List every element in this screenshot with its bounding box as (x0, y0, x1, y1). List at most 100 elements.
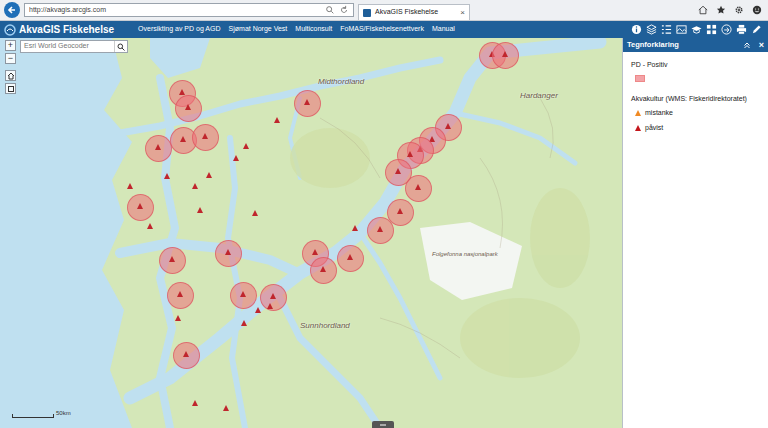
aquaculture-triangle-icon[interactable] (225, 249, 231, 255)
aquaculture-triangle-icon[interactable] (175, 315, 181, 321)
star-icon[interactable] (716, 5, 726, 15)
aquaculture-triangle-icon[interactable] (192, 400, 198, 406)
aquaculture-triangle-icon[interactable] (395, 168, 401, 174)
aquaculture-triangle-icon[interactable] (169, 256, 175, 262)
search-button[interactable] (114, 41, 127, 52)
aquaculture-triangle-icon[interactable] (179, 89, 185, 95)
place-label: Hardanger (520, 90, 558, 102)
menu-link[interactable]: Oversikting av PD og AGD (138, 24, 220, 35)
legend-close-button[interactable]: × (759, 41, 764, 50)
grid-icon[interactable] (706, 24, 717, 35)
back-button[interactable] (4, 2, 20, 18)
aquaculture-triangle-icon[interactable] (192, 183, 198, 189)
aquaculture-triangle-icon[interactable] (377, 226, 383, 232)
menu-link[interactable]: Multiconsult (295, 24, 332, 35)
browser-tab[interactable]: AkvaGIS Fiskehelse× (358, 4, 470, 20)
menu-link[interactable]: Manual (432, 24, 455, 35)
menu-link[interactable]: FoMAS/Fiskehelsenettverk (340, 24, 424, 35)
aquaculture-triangle-icon[interactable] (206, 172, 212, 178)
aquaculture-triangle-icon[interactable] (252, 210, 258, 216)
aquaculture-triangle-icon[interactable] (320, 266, 326, 272)
home-button[interactable] (5, 70, 16, 81)
aquaculture-triangle-icon[interactable] (202, 133, 208, 139)
aquaculture-triangle-icon[interactable] (397, 208, 403, 214)
edit-icon[interactable] (751, 24, 762, 35)
menu-link[interactable]: Sjømat Norge Vest (229, 24, 288, 35)
home-icon[interactable] (698, 5, 708, 15)
aquaculture-triangle-icon[interactable] (270, 293, 276, 299)
aquaculture-triangle-icon[interactable] (177, 291, 183, 297)
map[interactable]: MidthordlandHardangerSunnhordlandFolgefo… (0, 38, 768, 428)
triangle-icon (635, 110, 641, 116)
app-logo[interactable]: AkvaGIS Fiskehelse (4, 22, 114, 37)
aquaculture-triangle-icon[interactable] (137, 203, 143, 209)
panel-toggle-button[interactable] (372, 421, 394, 428)
legend-layer: PD - Positiv (631, 60, 760, 86)
aquaculture-triangle-icon[interactable] (255, 307, 261, 313)
zoom-in-button[interactable]: + (5, 40, 16, 51)
refresh-icon[interactable] (339, 5, 349, 15)
aquaculture-triangle-icon[interactable] (164, 173, 170, 179)
search-input[interactable] (21, 41, 114, 52)
collapse-icon[interactable] (743, 41, 751, 49)
aquaculture-triangle-icon[interactable] (502, 51, 508, 57)
aquaculture-triangle-icon[interactable] (274, 117, 280, 123)
legend-header: Tegnforklaring× (623, 38, 768, 52)
legend-layer: Akvakultur (WMS: Fiskeridirektoratet)mis… (631, 94, 760, 138)
home-icon (7, 72, 15, 80)
smiley-icon[interactable] (752, 5, 762, 15)
locate-icon (7, 85, 15, 93)
aquaculture-triangle-icon[interactable] (445, 123, 451, 129)
legend-item: mistanke (635, 108, 760, 119)
aquaculture-triangle-icon[interactable] (155, 144, 161, 150)
place-label: Folgefonna nasjonalpark (432, 250, 498, 259)
share-icon[interactable] (721, 24, 732, 35)
info-icon[interactable] (631, 24, 642, 35)
aquaculture-triangle-icon[interactable] (127, 183, 133, 189)
aquaculture-triangle-icon[interactable] (183, 351, 189, 357)
aquaculture-triangle-icon[interactable] (267, 303, 273, 309)
aquaculture-triangle-icon[interactable] (347, 254, 353, 260)
basemap-icon[interactable] (676, 24, 687, 35)
tab-close-button[interactable]: × (460, 7, 465, 19)
legend-panel: Tegnforklaring× PD - Positiv Akvakultur (W… (622, 38, 768, 428)
browser-bar: http://akvagis.arcgis.com AkvaGIS Fiskehe… (0, 0, 768, 21)
legend-item: påvist (635, 123, 760, 134)
pd-swatch-icon (635, 75, 645, 82)
handle-icon (378, 423, 388, 427)
aquaculture-triangle-icon[interactable] (243, 143, 249, 149)
education-icon[interactable] (691, 24, 702, 35)
aquaculture-triangle-icon[interactable] (407, 151, 413, 157)
aquaculture-triangle-icon[interactable] (240, 291, 246, 297)
locate-button[interactable] (5, 83, 16, 94)
scale-bar: 50km (12, 409, 71, 418)
layers-icon[interactable] (646, 24, 657, 35)
aquaculture-triangle-icon[interactable] (147, 223, 153, 229)
address-bar[interactable]: http://akvagis.arcgis.com (24, 3, 354, 18)
aquaculture-triangle-icon[interactable] (197, 207, 203, 213)
aquaculture-triangle-icon[interactable] (223, 405, 229, 411)
aquaculture-triangle-icon[interactable] (415, 184, 421, 190)
zoom-out-button[interactable]: − (5, 53, 16, 64)
aquaculture-triangle-icon[interactable] (233, 155, 239, 161)
aquaculture-triangle-icon[interactable] (312, 249, 318, 255)
aquaculture-triangle-icon[interactable] (352, 225, 358, 231)
search-icon (117, 43, 125, 51)
legend-item (635, 75, 760, 82)
app-header: AkvaGIS Fiskehelse Oversikting av PD og A… (0, 21, 768, 38)
search-box (20, 40, 128, 53)
aquaculture-triangle-icon[interactable] (241, 320, 247, 326)
logo-icon (4, 24, 16, 36)
gear-icon[interactable] (734, 5, 744, 15)
page: http://akvagis.arcgis.com AkvaGIS Fiskehe… (0, 0, 768, 428)
triangle-icon (635, 125, 641, 131)
search-icon[interactable] (325, 5, 335, 15)
place-label: Sunnhordland (300, 320, 350, 332)
site-icon (363, 9, 371, 17)
print-icon[interactable] (736, 24, 747, 35)
back-arrow-icon (7, 5, 17, 15)
aquaculture-triangle-icon[interactable] (185, 104, 191, 110)
aquaculture-triangle-icon[interactable] (180, 136, 186, 142)
aquaculture-triangle-icon[interactable] (304, 99, 310, 105)
legend-icon[interactable] (661, 24, 672, 35)
